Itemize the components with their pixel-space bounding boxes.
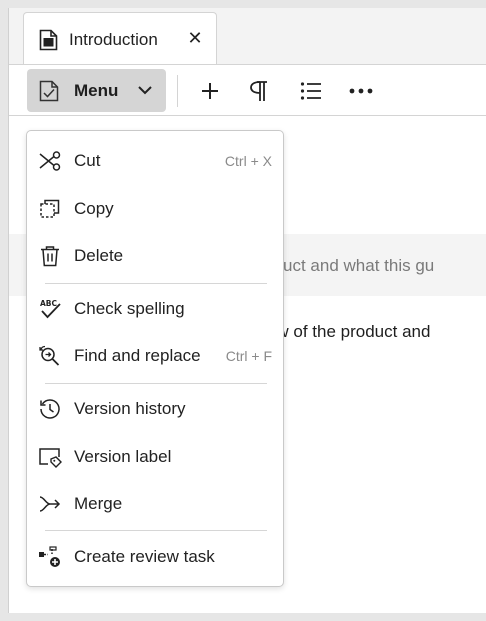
more-icon	[349, 88, 373, 94]
chevron-down-icon	[138, 86, 152, 95]
menu-item-label: Find and replace	[74, 346, 201, 365]
menu-divider	[45, 283, 267, 284]
add-button[interactable]	[192, 73, 228, 109]
trash-icon	[41, 246, 59, 267]
menu-item-delete[interactable]: Delete	[27, 234, 283, 278]
svg-text:ABC: ABC	[40, 299, 58, 308]
menu-item-label: Version history	[74, 399, 186, 418]
menu-item-find-and-replace[interactable]: Find and replace Ctrl + F	[27, 334, 283, 378]
menu-item-label: Delete	[74, 246, 124, 265]
shortcut-label: Ctrl + F	[225, 348, 272, 364]
plus-icon	[202, 83, 218, 99]
pilcrow-icon	[250, 81, 267, 101]
menu-item-label: Cut	[74, 151, 101, 170]
menu-button[interactable]: Menu	[27, 69, 166, 112]
menu-item-create-review-task[interactable]: Create review task	[27, 535, 283, 579]
menu-item-label: Merge	[74, 494, 123, 513]
document-icon	[39, 29, 58, 51]
menu-button-label: Menu	[74, 81, 119, 100]
history-icon	[40, 399, 60, 419]
more-button[interactable]	[343, 73, 379, 109]
menu-item-version-history[interactable]: Version history	[27, 387, 283, 431]
menu-item-merge[interactable]: Merge	[27, 482, 283, 526]
paragraph-button[interactable]	[241, 73, 277, 109]
scissors-icon	[39, 151, 61, 171]
list-button[interactable]	[293, 73, 329, 109]
menu-divider	[45, 383, 267, 384]
tab-title: Introduction	[69, 30, 158, 49]
toolbar-divider	[177, 75, 178, 107]
label-icon	[39, 448, 62, 468]
close-icon[interactable]: ✕	[184, 27, 206, 49]
review-task-icon	[39, 546, 60, 567]
menu-item-label: Check spelling	[74, 299, 185, 318]
tab-introduction[interactable]: Introduction ✕	[23, 12, 217, 65]
menu-item-label: Create review task	[74, 547, 215, 566]
menu-item-check-spelling[interactable]: ABC Check spelling	[27, 287, 283, 331]
menu-item-version-label[interactable]: Version label	[27, 435, 283, 479]
spellcheck-icon: ABC	[40, 299, 61, 319]
menu-item-copy[interactable]: Copy	[27, 187, 283, 231]
merge-icon	[39, 496, 61, 512]
document-check-icon	[39, 80, 59, 102]
menu-item-cut[interactable]: Cut Ctrl + X	[27, 139, 283, 183]
menu-item-label: Version label	[74, 447, 172, 466]
menu-item-label: Copy	[74, 199, 114, 218]
menu-dropdown: Cut Ctrl + X Copy Delete ABC Check spell…	[26, 130, 284, 587]
toolbar: Menu	[9, 64, 486, 116]
copy-icon	[40, 199, 60, 218]
menu-divider	[45, 530, 267, 531]
list-icon	[300, 82, 321, 100]
shortcut-label: Ctrl + X	[224, 153, 272, 169]
tab-strip: Introduction ✕	[9, 8, 486, 65]
find-replace-icon	[39, 345, 60, 366]
